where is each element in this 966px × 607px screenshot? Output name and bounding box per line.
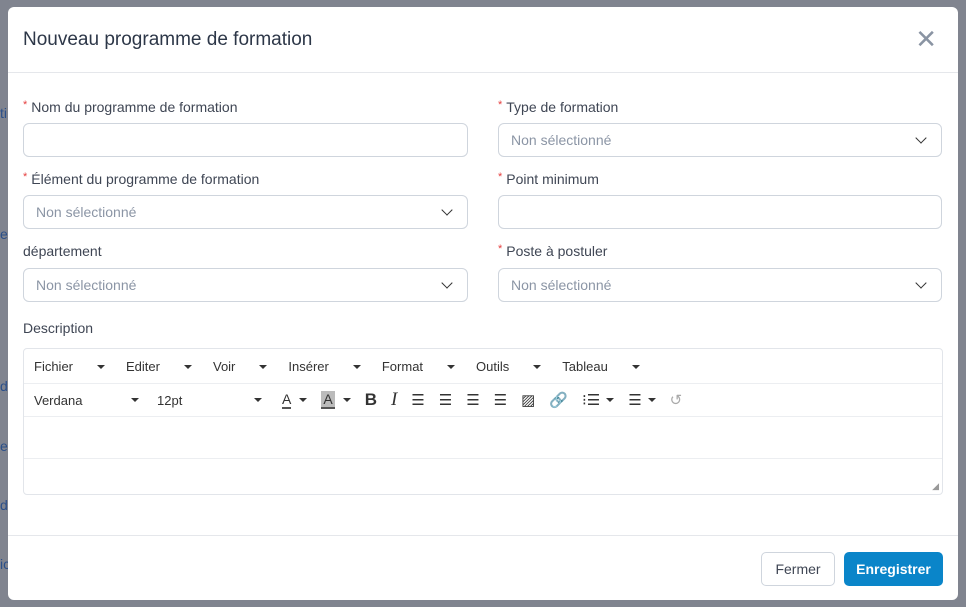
type-label: Type de formation: [506, 99, 619, 115]
chevron-down-icon: [915, 277, 927, 289]
nom-input[interactable]: [23, 123, 468, 157]
nom-label: Nom du programme de formation: [31, 99, 238, 115]
close-icon[interactable]: ✕: [915, 24, 937, 55]
font-family-select[interactable]: Verdana: [34, 393, 139, 408]
point-input[interactable]: [498, 195, 942, 229]
background-color-button[interactable]: A: [321, 391, 351, 409]
poste-label: Poste à postuler: [506, 243, 608, 259]
chevron-down-icon: [441, 204, 453, 216]
field-point: * Point minimum: [498, 171, 942, 229]
required-marker: *: [498, 243, 503, 255]
required-marker: *: [23, 99, 28, 111]
image-icon[interactable]: ▨: [521, 391, 535, 409]
menu-voir[interactable]: Voir: [213, 359, 268, 374]
type-select[interactable]: Non sélectionné: [498, 123, 942, 157]
element-label: Élément du programme de formation: [31, 171, 260, 187]
modal-footer: Fermer Enregistrer: [8, 535, 958, 600]
bg-fragment: e: [0, 438, 8, 454]
history-icon[interactable]: ↺: [670, 391, 683, 409]
field-poste: * Poste à postuler Non sélectionné: [498, 243, 942, 302]
editor-statusbar: ◢: [24, 459, 942, 495]
save-button[interactable]: Enregistrer: [844, 552, 943, 586]
align-left-icon[interactable]: ☰: [411, 391, 424, 409]
font-size-select[interactable]: 12pt: [157, 393, 262, 408]
rich-text-editor: Fichier Editer Voir Insérer Format Outil…: [23, 348, 943, 495]
link-icon[interactable]: 🔗: [549, 391, 568, 409]
menu-editer[interactable]: Editer: [126, 359, 192, 374]
resize-handle-icon[interactable]: ◢: [932, 481, 939, 492]
departement-select[interactable]: Non sélectionné: [23, 268, 468, 302]
description-label: Description: [23, 320, 94, 336]
editor-menubar: Fichier Editer Voir Insérer Format Outil…: [24, 349, 942, 384]
bg-fragment: e: [0, 226, 8, 242]
required-marker: *: [498, 171, 503, 183]
field-departement: département Non sélectionné: [23, 243, 468, 302]
editor-toolbar: Verdana 12pt A A B I ☰ ☰ ☰ ☰ ▨ 🔗 ⁝☰ ☰ ↺: [24, 384, 942, 417]
menu-inserer[interactable]: Insérer: [288, 359, 361, 374]
numbered-list-icon[interactable]: ☰: [628, 391, 656, 409]
align-right-icon[interactable]: ☰: [466, 391, 479, 409]
menu-format[interactable]: Format: [382, 359, 456, 374]
menu-tableau[interactable]: Tableau: [562, 359, 640, 374]
point-label: Point minimum: [506, 171, 599, 187]
element-select[interactable]: Non sélectionné: [23, 195, 468, 229]
field-nom: * Nom du programme de formation: [23, 99, 468, 157]
poste-select[interactable]: Non sélectionné: [498, 268, 942, 302]
text-color-button[interactable]: A: [282, 391, 308, 409]
align-justify-icon[interactable]: ☰: [494, 391, 507, 409]
editor-content-area[interactable]: [24, 417, 942, 459]
menu-fichier[interactable]: Fichier: [34, 359, 106, 374]
new-training-program-modal: Nouveau programme de formation ✕ * Nom du…: [8, 7, 958, 600]
close-button[interactable]: Fermer: [761, 552, 835, 586]
chevron-down-icon: [915, 132, 927, 144]
modal-title: Nouveau programme de formation: [23, 28, 313, 50]
italic-button[interactable]: I: [391, 389, 397, 411]
modal-header: Nouveau programme de formation ✕: [8, 7, 958, 73]
bg-fragment: ti: [0, 105, 7, 121]
departement-label: département: [23, 243, 102, 259]
bullet-list-icon[interactable]: ⁝☰: [582, 391, 615, 409]
required-marker: *: [498, 99, 503, 111]
bold-button[interactable]: B: [365, 390, 377, 410]
field-element: * Élément du programme de formation Non s…: [23, 171, 468, 229]
align-center-icon[interactable]: ☰: [439, 391, 452, 409]
field-type: * Type de formation Non sélectionné: [498, 99, 942, 157]
chevron-down-icon: [441, 277, 453, 289]
menu-outils[interactable]: Outils: [476, 359, 542, 374]
required-marker: *: [23, 171, 28, 183]
